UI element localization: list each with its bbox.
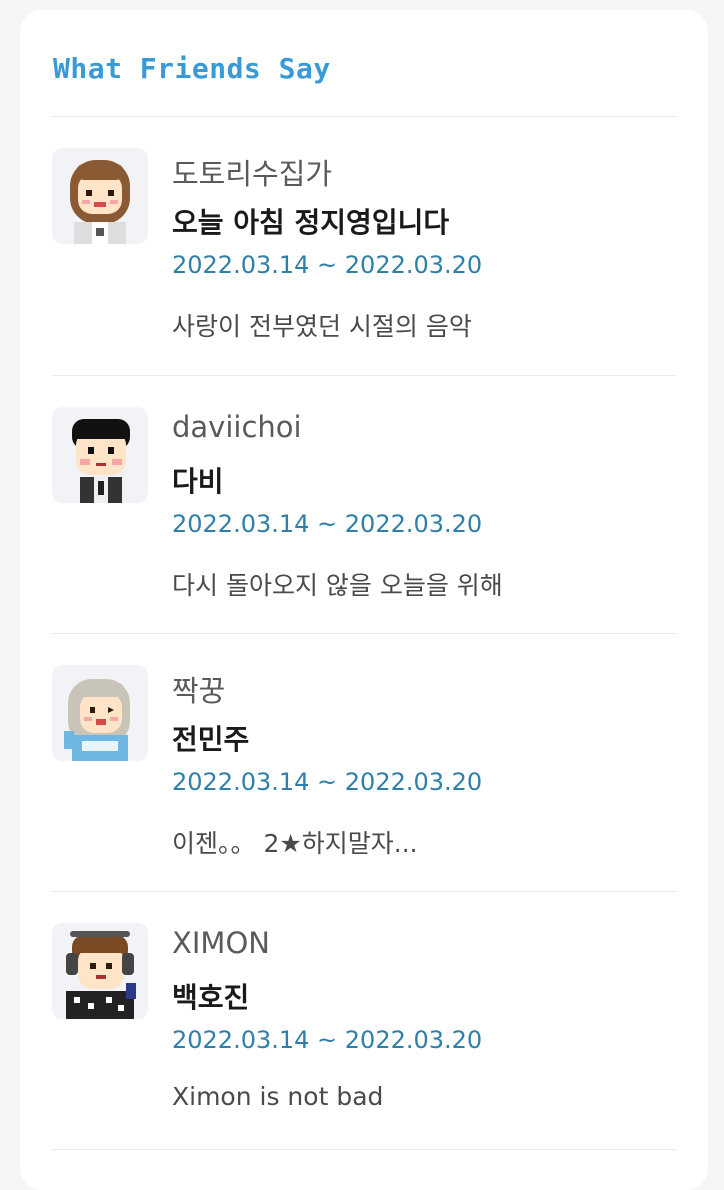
friend-message: Ximon is not bad xyxy=(172,1082,384,1111)
avatar-boy-headphones-icon[interactable] xyxy=(52,923,148,1019)
divider xyxy=(52,1149,676,1150)
friends-say-card: What Friends Say 도토리수집가 오늘 아침 정지영입니다 202… xyxy=(20,10,708,1190)
list-item[interactable]: 도토리수집가 오늘 아침 정지영입니다 2022.03.14 ~ 2022.03… xyxy=(52,117,676,375)
friend-message: 이젠。。 2★하지말자... xyxy=(172,829,418,858)
date-range: 2022.03.14 ~ 2022.03.20 xyxy=(172,510,483,538)
list-item[interactable]: XIMON 백호진 2022.03.14 ~ 2022.03.20 Ximon … xyxy=(52,892,676,1150)
friend-name: 다비 xyxy=(172,465,224,498)
avatar-boy-black-hair-icon[interactable] xyxy=(52,407,148,503)
friend-name: 전민주 xyxy=(172,723,250,756)
friend-nickname[interactable]: 짝꿍 xyxy=(172,668,225,710)
friend-name: 오늘 아침 정지영입니다 xyxy=(172,206,450,239)
avatar-girl-brown-hair-icon[interactable] xyxy=(52,148,148,244)
date-range: 2022.03.14 ~ 2022.03.20 xyxy=(172,768,483,796)
friend-nickname[interactable]: daviichoi xyxy=(172,410,302,444)
friend-name: 백호진 xyxy=(172,981,250,1014)
list-item[interactable]: daviichoi 다비 2022.03.14 ~ 2022.03.20 다시 … xyxy=(52,376,676,634)
list-item[interactable]: 짝꿍 전민주 2022.03.14 ~ 2022.03.20 이젠。。 2★하지… xyxy=(52,634,676,892)
date-range: 2022.03.14 ~ 2022.03.20 xyxy=(172,251,483,279)
avatar-girl-silver-hair-icon[interactable] xyxy=(52,665,148,761)
friend-message: 사랑이 전부였던 시절의 음악 xyxy=(172,312,472,341)
section-title: What Friends Say xyxy=(53,52,331,85)
date-range: 2022.03.14 ~ 2022.03.20 xyxy=(172,1026,483,1054)
friend-nickname[interactable]: 도토리수집가 xyxy=(172,151,332,193)
friend-nickname[interactable]: XIMON xyxy=(172,926,270,960)
friend-message: 다시 돌아오지 않을 오늘을 위해 xyxy=(172,571,503,600)
